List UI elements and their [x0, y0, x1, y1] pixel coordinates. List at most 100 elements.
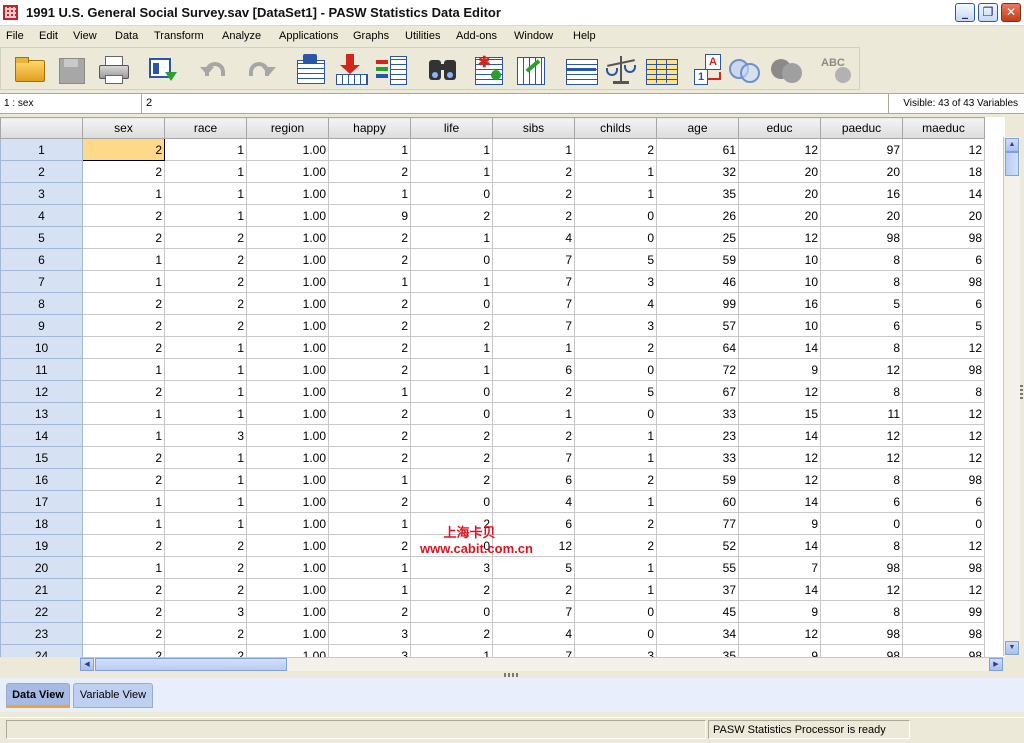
cell-age[interactable]: 25 [656, 226, 739, 249]
menu-edit[interactable]: Edit [39, 30, 58, 42]
cell-maeduc[interactable]: 98 [902, 226, 985, 249]
cell-educ[interactable]: 20 [738, 204, 821, 227]
column-header-childs[interactable]: childs [574, 117, 657, 139]
cell-race[interactable]: 2 [164, 534, 247, 557]
cell-paeduc[interactable]: 98 [820, 556, 903, 579]
cell-race[interactable]: 2 [164, 314, 247, 337]
cell-happy[interactable]: 2 [328, 336, 411, 359]
print-icon[interactable] [97, 54, 129, 84]
cell-educ[interactable]: 14 [738, 336, 821, 359]
cell-life[interactable]: 2 [410, 468, 493, 491]
column-header-paeduc[interactable]: paeduc [820, 117, 903, 139]
cell-maeduc[interactable]: 6 [902, 248, 985, 271]
cell-maeduc[interactable]: 18 [902, 160, 985, 183]
redo-icon[interactable] [243, 54, 276, 84]
cell-region[interactable]: 1.00 [246, 292, 329, 315]
scroll-right-arrow-icon[interactable]: ▶ [989, 658, 1003, 671]
cell-age[interactable]: 61 [656, 138, 739, 161]
cell-sex[interactable]: 2 [82, 534, 165, 557]
cell-happy[interactable]: 2 [328, 446, 411, 469]
menu-help[interactable]: Help [573, 30, 596, 42]
menu-view[interactable]: View [73, 30, 97, 42]
cell-happy[interactable]: 1 [328, 270, 411, 293]
restore-button[interactable]: ❐ [978, 3, 998, 22]
menu-applications[interactable]: Applications [279, 30, 338, 42]
cell-region[interactable]: 1.00 [246, 358, 329, 381]
cell-educ[interactable]: 20 [738, 160, 821, 183]
cell-race[interactable]: 2 [164, 622, 247, 645]
cell-happy[interactable]: 2 [328, 292, 411, 315]
menu-analyze[interactable]: Analyze [222, 30, 261, 42]
horizontal-scroll-thumb[interactable] [95, 658, 287, 671]
cell-age[interactable]: 33 [656, 402, 739, 425]
cell-happy[interactable]: 1 [328, 512, 411, 535]
cell-paeduc[interactable]: 8 [820, 248, 903, 271]
cell-maeduc[interactable]: 98 [902, 270, 985, 293]
cell-paeduc[interactable]: 6 [820, 490, 903, 513]
cell-life[interactable]: 2 [410, 204, 493, 227]
cell-maeduc[interactable]: 20 [902, 204, 985, 227]
vertical-scroll-thumb[interactable] [1005, 152, 1019, 176]
row-number[interactable]: 12 [0, 380, 83, 403]
cell-region[interactable]: 1.00 [246, 490, 329, 513]
cell-maeduc[interactable]: 12 [902, 578, 985, 601]
column-header-race[interactable]: race [164, 117, 247, 139]
cell-sex[interactable]: 2 [82, 578, 165, 601]
column-header-educ[interactable]: educ [738, 117, 821, 139]
cell-age[interactable]: 35 [656, 182, 739, 205]
menu-file[interactable]: File [6, 30, 24, 42]
cell-race[interactable]: 2 [164, 226, 247, 249]
cell-educ[interactable]: 14 [738, 578, 821, 601]
cell-sex[interactable]: 2 [82, 138, 165, 161]
cell-happy[interactable]: 2 [328, 424, 411, 447]
cell-educ[interactable]: 14 [738, 534, 821, 557]
row-number[interactable]: 20 [0, 556, 83, 579]
cell-age[interactable]: 35 [656, 644, 739, 657]
cell-sibs[interactable]: 7 [492, 446, 575, 469]
cell-age[interactable]: 37 [656, 578, 739, 601]
cell-race[interactable]: 3 [164, 600, 247, 623]
value-labels-icon[interactable]: A 1 [693, 54, 725, 85]
cell-paeduc[interactable]: 12 [820, 446, 903, 469]
cell-paeduc[interactable]: 98 [820, 226, 903, 249]
cell-sex[interactable]: 1 [82, 512, 165, 535]
cell-educ[interactable]: 10 [738, 270, 821, 293]
cell-childs[interactable]: 1 [574, 556, 657, 579]
cell-sex[interactable]: 1 [82, 490, 165, 513]
cell-life[interactable]: 0 [410, 402, 493, 425]
cell-sibs[interactable]: 2 [492, 424, 575, 447]
cell-race[interactable]: 1 [164, 358, 247, 381]
cell-educ[interactable]: 9 [738, 358, 821, 381]
cell-educ[interactable]: 14 [738, 424, 821, 447]
cell-race[interactable]: 1 [164, 336, 247, 359]
cell-age[interactable]: 45 [656, 600, 739, 623]
cell-childs[interactable]: 1 [574, 424, 657, 447]
cell-life[interactable]: 0 [410, 292, 493, 315]
splitter-grip-icon[interactable] [504, 673, 520, 677]
cell-sibs[interactable]: 2 [492, 380, 575, 403]
cell-maeduc[interactable]: 12 [902, 336, 985, 359]
row-number[interactable]: 9 [0, 314, 83, 337]
cell-sibs[interactable]: 2 [492, 578, 575, 601]
row-number[interactable]: 22 [0, 600, 83, 623]
cell-paeduc[interactable]: 5 [820, 292, 903, 315]
cell-age[interactable]: 59 [656, 468, 739, 491]
cell-happy[interactable]: 1 [328, 468, 411, 491]
cell-sex[interactable]: 2 [82, 226, 165, 249]
cell-paeduc[interactable]: 8 [820, 534, 903, 557]
row-number[interactable]: 23 [0, 622, 83, 645]
cell-race[interactable]: 2 [164, 644, 247, 657]
cell-happy[interactable]: 2 [328, 490, 411, 513]
cell-life[interactable]: 1 [410, 336, 493, 359]
cell-race[interactable]: 1 [164, 468, 247, 491]
cell-region[interactable]: 1.00 [246, 226, 329, 249]
cell-region[interactable]: 1.00 [246, 314, 329, 337]
column-header-maeduc[interactable]: maeduc [902, 117, 985, 139]
cell-maeduc[interactable]: 12 [902, 446, 985, 469]
undo-icon[interactable] [199, 54, 231, 84]
row-number[interactable]: 3 [0, 182, 83, 205]
cell-race[interactable]: 2 [164, 270, 247, 293]
cell-happy[interactable]: 2 [328, 248, 411, 271]
cell-childs[interactable]: 0 [574, 204, 657, 227]
cell-childs[interactable]: 3 [574, 644, 657, 657]
